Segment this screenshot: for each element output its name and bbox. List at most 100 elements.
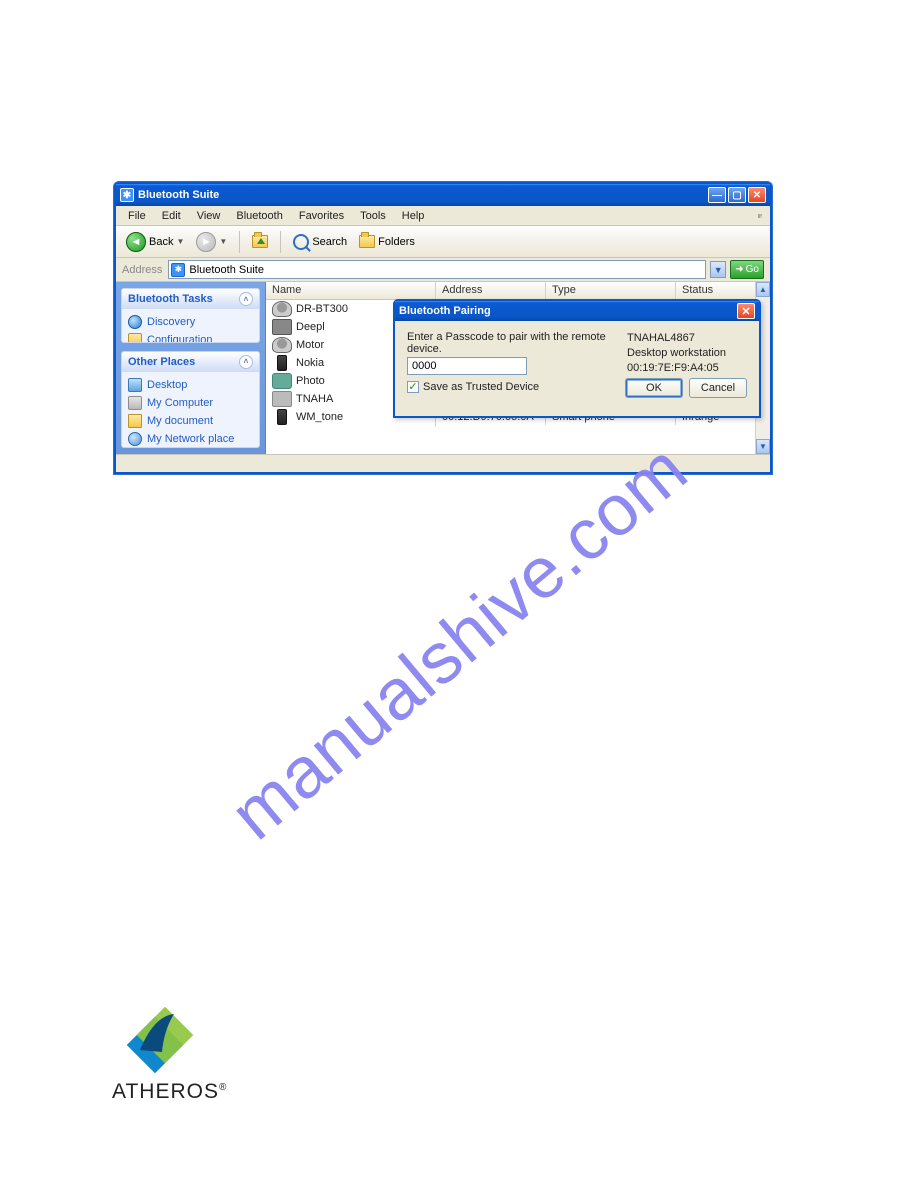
headset-icon [272,337,292,353]
computer-icon [128,396,142,410]
remote-device-address: 00:19:7E:F9:A4:05 [627,361,747,376]
cell-name: Nokia [296,357,324,369]
toolbar: ◄ Back ▼ ► ▼ Search Folders [116,226,770,258]
cell-name: WM_tone [296,411,343,423]
chevron-up-icon[interactable]: ˄ [239,292,253,306]
bluetooth-tasks-panel: Bluetooth Tasks ˄ Discovery Configuratio… [121,288,260,343]
search-label: Search [312,236,347,248]
remote-device-name: TNAHAL4867 [627,331,747,346]
sidebar-item-configuration[interactable]: Configuration [128,331,253,343]
camera-icon [272,373,292,389]
back-dropdown-icon[interactable]: ▼ [176,237,184,246]
panel-header[interactable]: Bluetooth Tasks ˄ [122,289,259,309]
menu-help[interactable]: Help [394,208,433,224]
network-icon [128,432,142,446]
atheros-brand-text: ATHEROS® [112,1080,272,1104]
remote-device-type: Desktop workstation [627,346,747,361]
sidebar-item-desktop[interactable]: Desktop [128,376,253,394]
status-bar [116,454,770,472]
sidebar-item-label: My Computer [147,397,213,409]
folders-icon [359,235,375,248]
sidebar-item-label: My document [147,415,213,427]
passcode-input[interactable] [407,357,527,375]
panel-title: Bluetooth Tasks [128,293,213,305]
sidebar-item-network-place[interactable]: My Network place [128,430,253,448]
address-value: Bluetooth Suite [189,264,264,276]
panel-title: Other Places [128,356,195,368]
bluetooth-pairing-dialog: Bluetooth Pairing ✕ Enter a Passcode to … [393,299,761,418]
menu-file[interactable]: File [120,208,154,224]
sidebar-item-my-document[interactable]: My document [128,412,253,430]
cell-name: DR-BT300 [296,303,348,315]
address-dropdown-icon[interactable]: ▼ [710,261,726,278]
menu-favorites[interactable]: Favorites [291,208,352,224]
sidebar-item-label: My Network place [147,433,234,445]
bluetooth-icon: ✱ [171,263,185,277]
other-places-panel: Other Places ˄ Desktop My Computer My do… [121,351,260,448]
gear-icon [128,333,142,343]
cell-name: TNAHA [296,393,333,405]
chevron-up-icon[interactable]: ˄ [239,355,253,369]
phone-icon [277,409,287,425]
go-button[interactable]: ➜ Go [730,260,764,279]
scroll-up-icon[interactable]: ▲ [756,282,770,297]
dialog-close-button[interactable]: ✕ [737,303,755,319]
toolbar-separator [280,231,281,253]
panel-header[interactable]: Other Places ˄ [122,352,259,372]
column-type[interactable]: Type [546,282,676,299]
folders-button[interactable]: Folders [355,233,419,250]
atheros-mark-icon [122,1012,188,1078]
address-field[interactable]: ✱ Bluetooth Suite [168,260,706,279]
back-button[interactable]: ◄ Back ▼ [122,230,188,254]
window-title: Bluetooth Suite [138,189,219,201]
minimize-button[interactable]: — [708,187,726,203]
watermark-text: manualshive.com [215,428,703,856]
column-headers: Name Address Type Status [266,282,770,300]
column-name[interactable]: Name [266,282,436,299]
sidebar: Bluetooth Tasks ˄ Discovery Configuratio… [116,282,266,454]
forward-dropdown-icon[interactable]: ▼ [219,237,227,246]
menu-view[interactable]: View [189,208,229,224]
menu-tools[interactable]: Tools [352,208,394,224]
search-icon [293,234,309,250]
save-trusted-checkbox[interactable]: ✓ [407,381,419,393]
ok-button[interactable]: OK [625,378,683,398]
cell-name: Motor [296,339,324,351]
window-titlebar[interactable]: ✱ Bluetooth Suite — ▢ ✕ [116,184,770,206]
toolbar-separator [239,231,240,253]
forward-button[interactable]: ► ▼ [192,230,231,254]
search-button[interactable]: Search [289,232,351,252]
cell-name: Photo [296,375,325,387]
menu-edit[interactable]: Edit [154,208,189,224]
up-button[interactable] [248,233,272,250]
sidebar-item-label: Desktop [147,379,187,391]
laptop-icon [272,319,292,335]
phone-icon [277,355,287,371]
folders-label: Folders [378,236,415,248]
globe-icon [128,315,142,329]
sidebar-item-discovery[interactable]: Discovery [128,313,253,331]
pairing-instruction: Enter a Passcode to pair with the remote… [407,331,627,355]
scroll-down-icon[interactable]: ▼ [756,439,770,454]
address-bar: Address ✱ Bluetooth Suite ▼ ➜ Go [116,258,770,282]
cancel-button[interactable]: Cancel [689,378,747,398]
bluetooth-icon: ✱ [120,188,134,202]
sidebar-item-label: Configuration [147,334,212,343]
cell-name: Deepl [296,321,325,333]
address-label: Address [122,264,162,276]
dialog-titlebar[interactable]: Bluetooth Pairing ✕ [395,301,759,321]
desktop-icon [128,378,142,392]
maximize-button[interactable]: ▢ [728,187,746,203]
menu-bluetooth[interactable]: Bluetooth [228,208,290,224]
atheros-logo: ATHEROS® [112,1012,272,1104]
column-address[interactable]: Address [436,282,546,299]
sidebar-item-my-computer[interactable]: My Computer [128,394,253,412]
menu-bar: File Edit View Bluetooth Favorites Tools… [116,206,770,226]
forward-arrow-icon: ► [196,232,216,252]
folder-icon [128,414,142,428]
dialog-title: Bluetooth Pairing [399,305,491,317]
save-trusted-label: Save as Trusted Device [423,381,539,393]
back-arrow-icon: ◄ [126,232,146,252]
computer-icon [272,391,292,407]
close-button[interactable]: ✕ [748,187,766,203]
